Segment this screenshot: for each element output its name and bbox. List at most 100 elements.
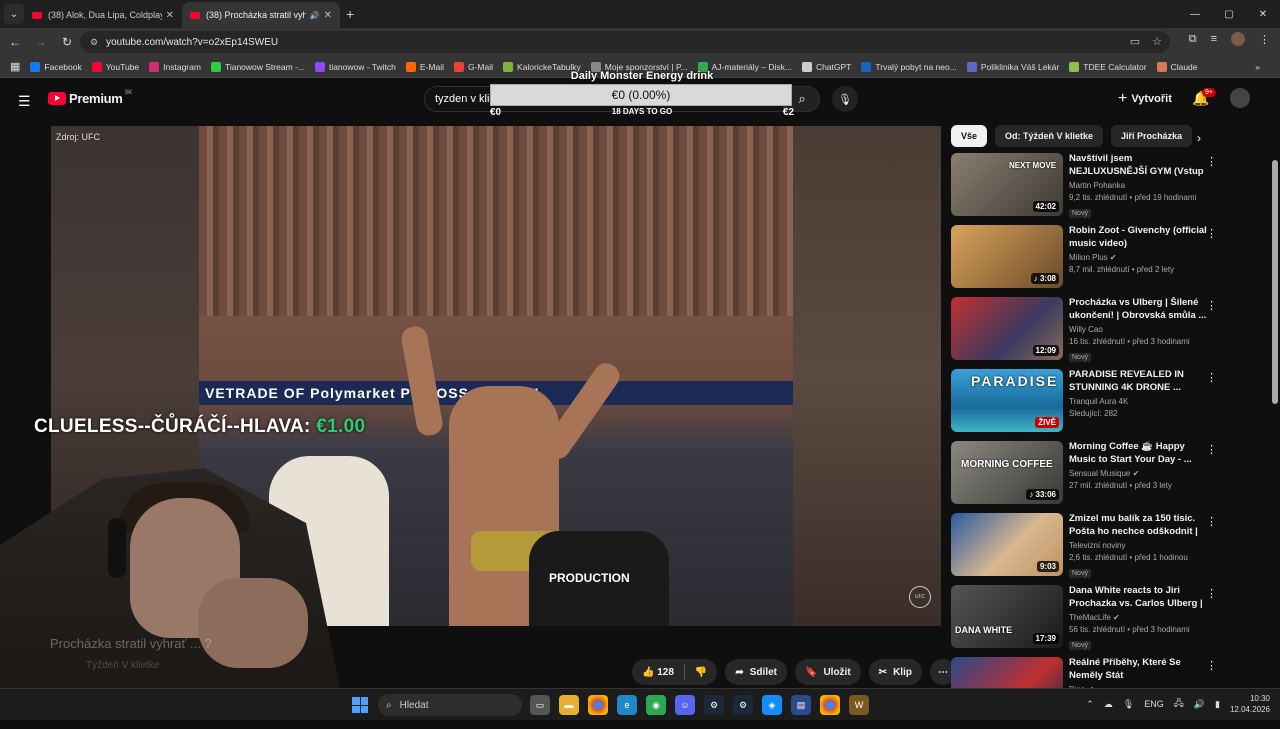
microphone-icon[interactable]: 🎙 <box>832 86 858 112</box>
taskbar-search-input[interactable]: ⌕ Hledat <box>378 694 522 716</box>
task-view-icon[interactable]: ▭ <box>530 695 550 715</box>
browser-tab-1[interactable]: (38) Alok, Dua Lipa, Coldplay, M ✕ <box>24 2 182 28</box>
battery-icon[interactable]: ▮ <box>1215 699 1220 710</box>
volume-icon[interactable]: 🔊 <box>1194 699 1205 710</box>
reload-icon[interactable]: ↻ <box>56 35 78 49</box>
youtube-logo[interactable]: Premium SK <box>48 90 132 106</box>
rec-channel[interactable]: Tranquil Aura 4K <box>1069 397 1209 406</box>
video-thumbnail[interactable]: ♪ 3:08 <box>951 225 1063 288</box>
list-item[interactable]: 9:03 Zmizel mu balík za 150 tisíc. Pošta… <box>951 513 1221 585</box>
bookmark-facebook[interactable]: Facebook <box>30 61 82 72</box>
video-thumbnail[interactable]: DANA WHITE 17:39 <box>951 585 1063 648</box>
save-button[interactable]: 🔖 Uložit <box>795 659 861 685</box>
tab-search-button[interactable]: ⌄ <box>4 4 24 24</box>
more-options-icon[interactable]: ⋮ <box>1206 515 1217 528</box>
cast-icon[interactable]: ▭ <box>1130 35 1140 48</box>
dislike-button[interactable]: 👎 <box>695 667 707 678</box>
steam-icon[interactable]: ⚙ <box>704 695 724 715</box>
reading-list-icon[interactable]: ≡ <box>1211 33 1217 45</box>
more-options-icon[interactable]: ⋮ <box>1206 155 1217 168</box>
create-button[interactable]: + Vytvořit <box>1118 90 1172 108</box>
bookmark-star-icon[interactable]: ☆ <box>1152 35 1162 48</box>
bookmark-gmail[interactable]: G-Mail <box>453 61 493 72</box>
edge-icon[interactable]: e <box>617 695 637 715</box>
rec-title[interactable]: Zmizel mu balík za 150 tisíc. Pošta ho n… <box>1069 513 1209 538</box>
url-field[interactable]: ⚙ youtube.com/watch?v=o2xEp14SWEU ▭ ☆ <box>80 31 1170 53</box>
discord-icon[interactable]: ☺ <box>675 695 695 715</box>
chip-all[interactable]: Vše <box>951 125 988 147</box>
minimize-icon[interactable]: — <box>1178 0 1212 28</box>
list-item[interactable]: MORNING COFFEE ♪ 33:06 Morning Coffee ☕ … <box>951 441 1221 513</box>
list-item[interactable]: NEXT MOVE 42:02 Navštívil jsem NEJLUXUSN… <box>951 153 1221 225</box>
back-icon[interactable]: ← <box>4 35 26 49</box>
file-explorer-icon[interactable]: ▬ <box>559 695 579 715</box>
video-thumbnail[interactable]: NEXT MOVE 42:02 <box>951 153 1063 216</box>
more-options-icon[interactable]: ⋮ <box>1206 371 1217 384</box>
tray-overflow-icon[interactable]: ⌃ <box>1086 699 1094 710</box>
xbox-icon[interactable]: ◉ <box>646 695 666 715</box>
battle-net-icon[interactable]: ◈ <box>762 695 782 715</box>
chrome-icon[interactable] <box>588 695 608 715</box>
account-avatar[interactable] <box>1230 88 1250 108</box>
page-scrollbar[interactable] <box>1272 160 1278 404</box>
more-options-icon[interactable]: ⋮ <box>1206 227 1217 240</box>
list-item[interactable]: 12:09 Procházka vs Ulberg | Šílené ukonč… <box>951 297 1221 369</box>
bookmark-claude[interactable]: Claude <box>1156 61 1198 72</box>
windows-start-icon[interactable] <box>352 697 368 713</box>
onedrive-icon[interactable]: ☁ <box>1104 699 1113 710</box>
rec-channel[interactable]: Sensual Musique ✔ <box>1069 469 1209 478</box>
rec-title[interactable]: Robin Zoot - Givenchy (official music vi… <box>1069 225 1209 250</box>
video-thumbnail[interactable]: MORNING COFFEE ♪ 33:06 <box>951 441 1063 504</box>
bookmark-instagram[interactable]: Instagram <box>149 61 201 72</box>
bookmark-tdee[interactable]: TDEE Calculator <box>1069 61 1147 72</box>
more-options-icon[interactable]: ⋮ <box>1206 659 1217 672</box>
clip-button[interactable]: ✂ Klip <box>868 659 922 685</box>
close-tab-icon[interactable]: ✕ <box>324 10 332 21</box>
site-info-icon[interactable]: ⚙ <box>90 37 98 48</box>
list-item[interactable]: DANA WHITE 17:39 Dana White reacts to Ji… <box>951 585 1221 657</box>
clock[interactable]: 10:30 12.04.2026 <box>1230 693 1270 715</box>
like-button[interactable]: 👍 128 <box>642 667 674 678</box>
rec-channel[interactable]: Martin Pohanka <box>1069 181 1209 190</box>
rec-title[interactable]: Navštívil jsem NEJLUXUSNĚJŠÍ GYM (Vstup … <box>1069 153 1209 178</box>
menu-icon[interactable]: ☰ <box>18 93 31 110</box>
profile-avatar[interactable] <box>1231 32 1245 46</box>
rec-channel[interactable]: Televizní noviny <box>1069 541 1209 550</box>
rec-title[interactable]: Reálné Příběhy, Které Se Neměly Stát <box>1069 657 1209 682</box>
mic-tray-icon[interactable]: 🎙 <box>1123 699 1134 710</box>
more-options-icon[interactable]: ⋮ <box>1206 443 1217 456</box>
wow-icon[interactable]: W <box>849 695 869 715</box>
bookmark-tianowow-stream[interactable]: Tianowow Stream -... <box>210 61 305 72</box>
list-item[interactable]: ♪ 3:08 Robin Zoot - Givenchy (official m… <box>951 225 1221 297</box>
more-options-icon[interactable]: ⋮ <box>1206 587 1217 600</box>
bookmark-trvaly-pobyt[interactable]: Trvalý pobyt na neo... <box>861 61 957 72</box>
browser-tab-2[interactable]: (38) Procházka stratil vyhrat 🔊 ✕ <box>182 2 340 28</box>
video-thumbnail[interactable]: 9:03 <box>951 513 1063 576</box>
rec-title[interactable]: Dana White reacts to Jiri Prochazka vs. … <box>1069 585 1209 610</box>
chip-jiri-prochazka[interactable]: Jiří Procházka <box>1111 125 1193 147</box>
close-window-icon[interactable]: ✕ <box>1246 0 1280 28</box>
chrome-active-icon[interactable] <box>820 695 840 715</box>
close-tab-icon[interactable]: ✕ <box>166 10 174 21</box>
chips-next-icon[interactable]: › <box>1197 131 1201 145</box>
rec-title[interactable]: PARADISE REVEALED IN STUNNING 4K DRONE .… <box>1069 369 1209 394</box>
forward-icon[interactable]: → <box>30 35 52 49</box>
bookmark-poliklinika[interactable]: Poliklinika Váš Lekár <box>966 61 1059 72</box>
bookmark-youtube[interactable]: YouTube <box>91 61 139 72</box>
rec-title[interactable]: Morning Coffee ☕ Happy Music to Start Yo… <box>1069 441 1209 466</box>
share-button[interactable]: ➦ Sdílet <box>725 659 787 685</box>
network-icon[interactable]: 🖧 <box>1174 696 1184 712</box>
bookmark-email[interactable]: E-Mail <box>405 61 444 72</box>
new-tab-button[interactable]: + <box>346 6 354 22</box>
video-thumbnail[interactable]: PARADISE ŽIVĚ <box>951 369 1063 432</box>
steam-icon-2[interactable]: ⚙ <box>733 695 753 715</box>
teams-icon[interactable]: ▤ <box>791 695 811 715</box>
rec-channel[interactable]: Milion Plus ✔ <box>1069 253 1209 262</box>
apps-grid-icon[interactable]: ▦ <box>10 60 20 73</box>
speaker-icon[interactable]: 🔊 <box>310 11 320 20</box>
rec-title[interactable]: Procházka vs Ulberg | Šílené ukončení! |… <box>1069 297 1209 322</box>
bookmarks-overflow-icon[interactable]: » <box>1255 62 1260 72</box>
extensions-icon[interactable]: ⧉ <box>1189 33 1197 46</box>
bookmark-chatgpt[interactable]: ChatGPT <box>801 61 851 72</box>
browser-menu-icon[interactable]: ⋮ <box>1259 33 1270 46</box>
